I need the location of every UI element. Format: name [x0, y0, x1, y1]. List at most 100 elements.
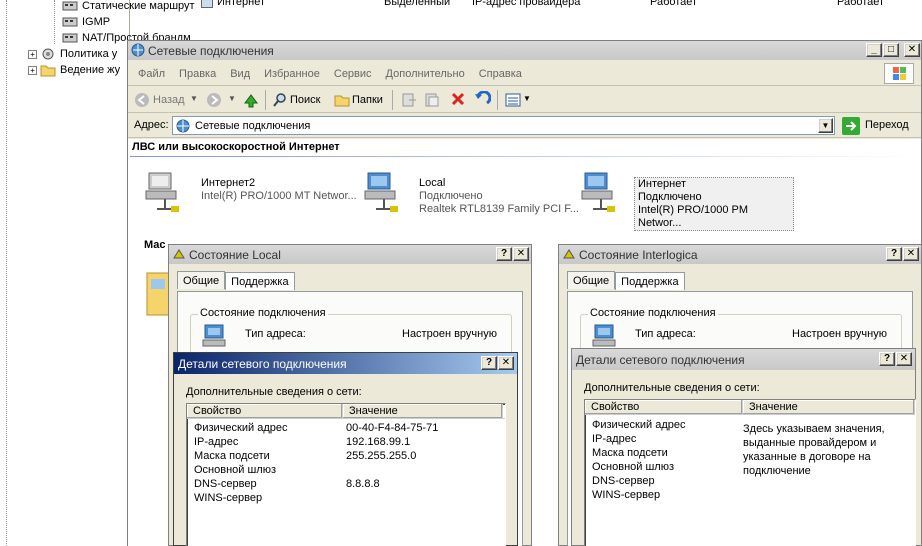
back-arrow-icon[interactable] — [134, 92, 150, 108]
list-header: Свойство Значение — [585, 400, 915, 415]
forward-arrow-icon[interactable] — [206, 92, 222, 108]
help-button[interactable]: ? — [481, 356, 497, 370]
dialog-title: Детали сетевого подключения — [576, 353, 745, 367]
list-item[interactable]: WINS-сервер — [585, 488, 685, 502]
copy-to-icon[interactable] — [424, 92, 440, 108]
network-folder-icon — [131, 43, 145, 57]
column-header-property[interactable]: Свойство — [187, 404, 343, 418]
folders-button[interactable]: Папки — [352, 94, 383, 106]
up-folder-icon[interactable] — [242, 91, 260, 109]
tree-item-static-routes[interactable]: Статические маршрут — [62, 0, 195, 14]
lan-connection-icon — [581, 171, 619, 231]
go-arrow-icon[interactable] — [842, 117, 860, 135]
details-list[interactable]: Свойство Значение Физический адрес 00-40-… — [186, 403, 506, 546]
list-item[interactable]: Маска подсети — [585, 446, 685, 460]
menu-tools[interactable]: Сервис — [334, 68, 372, 80]
forward-dropdown-icon[interactable]: ▼ — [228, 94, 236, 103]
dialog-title-bar[interactable]: Состояние Interlogica ? ✕ — [559, 245, 921, 264]
list-item[interactable]: DNS-сервер 8.8.8.8 — [187, 477, 505, 491]
list-item[interactable]: Физический адрес 00-40-F4-84-75-71 — [187, 421, 505, 435]
address-type-label: Тип адреса: — [245, 328, 306, 340]
column-header-value[interactable]: Значение — [743, 400, 915, 414]
help-button[interactable]: ? — [879, 352, 895, 366]
tree-item-policy[interactable]: + Политика у — [28, 46, 117, 62]
close-button[interactable]: ✕ — [903, 247, 919, 261]
list-item[interactable]: WINS-сервер — [187, 491, 505, 505]
list-item[interactable]: Основной шлюз — [187, 463, 505, 477]
router-icon — [62, 0, 78, 13]
connection-item[interactable]: Интернет2 Intel(R) PRO/1000 MT Networ... — [145, 171, 357, 215]
tab-general[interactable]: Общие — [567, 271, 616, 289]
dialog-title-bar[interactable]: Детали сетевого подключения ? ✕ — [572, 349, 915, 370]
address-dropdown-button[interactable]: ▼ — [818, 118, 833, 133]
title-bar[interactable]: Сетевые подключения _ □ ✕ — [128, 41, 921, 60]
details-intro: Дополнительные сведения о сети: — [584, 382, 760, 394]
address-type-value: Настроен вручную — [402, 328, 497, 340]
folders-icon[interactable] — [334, 92, 350, 108]
dialog-title-bar[interactable]: Состояние Local ? ✕ — [169, 245, 531, 264]
maximize-button[interactable]: □ — [883, 43, 899, 57]
policy-icon — [40, 47, 56, 61]
address-bar: Адрес: Сетевые подключения ▼ Переход — [128, 114, 921, 138]
back-dropdown-icon[interactable]: ▼ — [190, 94, 198, 103]
undo-icon[interactable] — [473, 91, 491, 107]
back-button[interactable]: Назад — [153, 94, 185, 106]
help-button[interactable]: ? — [496, 247, 512, 261]
menu-help[interactable]: Справка — [479, 68, 522, 80]
search-button[interactable]: Поиск — [290, 94, 320, 106]
connection-status-icon — [172, 248, 186, 260]
router-icon — [62, 31, 78, 45]
connection-item-selected[interactable]: Интернет Подключено Intel(R) PRO/1000 PM… — [581, 171, 794, 231]
list-item[interactable]: IP-адрес — [585, 432, 685, 446]
address-type-label: Тип адреса: — [635, 328, 696, 340]
tree-item-igmp[interactable]: IGMP — [62, 14, 110, 30]
network-status-icon — [202, 324, 228, 354]
list-item[interactable]: Основной шлюз — [585, 460, 685, 474]
help-button[interactable]: ? — [886, 247, 902, 261]
close-button[interactable]: ✕ — [904, 43, 920, 57]
expand-icon[interactable]: + — [28, 65, 37, 75]
menu-edit[interactable]: Правка — [179, 68, 216, 80]
dialog-title: Состояние Interlogica — [579, 248, 698, 262]
connection-item[interactable]: Local Подключено Realtek RTL8139 Family … — [364, 171, 579, 216]
minimize-button[interactable]: _ — [866, 43, 882, 57]
lan-connection-icon — [145, 171, 183, 215]
search-icon[interactable] — [272, 92, 288, 108]
window-title: Сетевые подключения — [148, 44, 274, 58]
list-row[interactable]: Интернет Выделенный IP-адрес провайдера … — [197, 0, 922, 10]
list-item[interactable]: IP-адрес 192.168.99.1 — [187, 435, 505, 449]
list-header: Свойство Значение — [187, 404, 505, 419]
column-header-property[interactable]: Свойство — [585, 400, 743, 414]
move-to-icon[interactable] — [401, 92, 417, 108]
expand-icon[interactable]: + — [28, 49, 37, 59]
close-button[interactable]: ✕ — [498, 356, 514, 370]
tab-general[interactable]: Общие — [177, 271, 226, 289]
tab-support[interactable]: Поддержка — [615, 272, 685, 290]
views-icon[interactable] — [505, 92, 523, 108]
internet-icon — [201, 0, 213, 8]
details-list[interactable]: Свойство Значение Физический адрес IP-ад… — [584, 399, 916, 546]
address-input[interactable]: Сетевые подключения ▼ — [172, 116, 835, 135]
toolbar: Назад ▼ ▼ Поиск Папки ▼ — [128, 87, 921, 113]
list-item[interactable]: Маска подсети 255.255.255.0 — [187, 449, 505, 463]
column-header-value[interactable]: Значение — [343, 404, 503, 418]
close-button[interactable]: ✕ — [513, 247, 529, 261]
menu-file[interactable]: Файл — [138, 68, 165, 80]
network-folder-icon — [175, 118, 191, 134]
close-button[interactable]: ✕ — [896, 352, 912, 366]
menu-advanced[interactable]: Дополнительно — [386, 68, 465, 80]
views-dropdown-icon[interactable]: ▼ — [523, 94, 531, 103]
address-type-value: Настроен вручную — [792, 328, 887, 340]
list-item[interactable]: Физический адрес — [585, 418, 685, 432]
tab-support[interactable]: Поддержка — [225, 272, 295, 290]
delete-icon[interactable] — [450, 91, 466, 107]
tab-strip: Общие Поддержка — [567, 271, 685, 290]
menu-view[interactable]: Вид — [230, 68, 250, 80]
menu-bar: Файл Правка Вид Избранное Сервис Дополни… — [128, 62, 921, 86]
dialog-title-bar[interactable]: Детали сетевого подключения ? ✕ — [174, 353, 517, 374]
go-button[interactable]: Переход — [865, 119, 909, 131]
router-icon — [62, 15, 78, 29]
menu-favorites[interactable]: Избранное — [264, 68, 320, 80]
list-item[interactable]: DNS-сервер — [585, 474, 685, 488]
tree-item-logging[interactable]: + Ведение жу — [28, 62, 120, 78]
